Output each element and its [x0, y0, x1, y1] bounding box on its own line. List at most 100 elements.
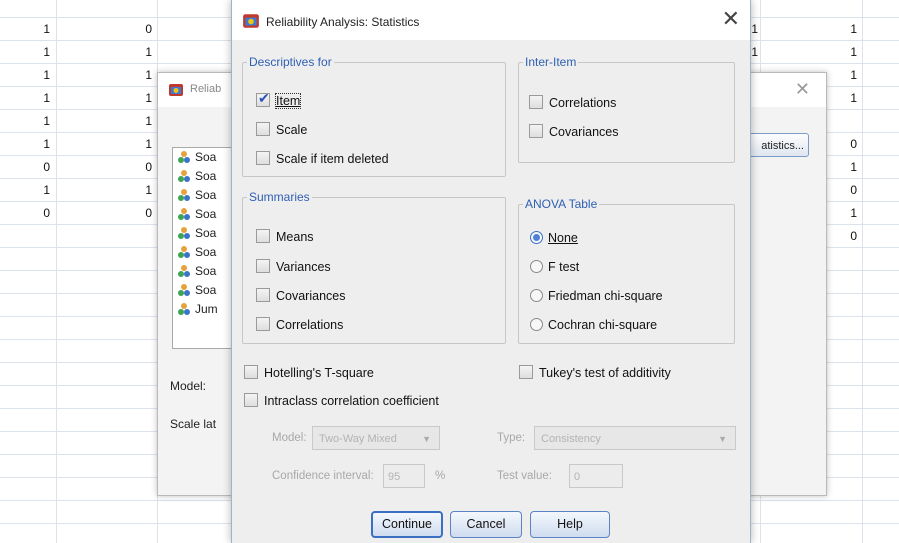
anova-friedman-radio[interactable]: Friedman chi-square: [530, 287, 663, 305]
test-value-input[interactable]: 0: [569, 464, 623, 488]
icc-type-label: Type:: [497, 432, 526, 444]
variable-name: Soa: [195, 150, 217, 164]
means-checkbox[interactable]: Means: [256, 228, 314, 246]
inter-item-correlations-label: Correlations: [549, 96, 617, 110]
grid-cell[interactable]: 1: [112, 91, 152, 105]
grid-cell[interactable]: 1: [10, 183, 50, 197]
grid-cell[interactable]: 1: [112, 114, 152, 128]
item-label: Item: [274, 93, 302, 109]
scale-variable-icon: [178, 208, 190, 220]
list-item[interactable]: Soa: [173, 281, 235, 300]
grid-cell[interactable]: 1: [112, 137, 152, 151]
summary-covariances-checkbox[interactable]: Covariances: [256, 287, 345, 305]
summary-correlations-checkbox[interactable]: Correlations: [256, 316, 343, 334]
list-item[interactable]: Soa: [173, 205, 235, 224]
variable-name: Soa: [195, 188, 217, 202]
grid-cell[interactable]: 0: [10, 160, 50, 174]
grid-cell[interactable]: 1: [10, 68, 50, 82]
chevron-down-icon: ▼: [422, 434, 431, 444]
checkbox-icon: [256, 122, 270, 136]
grid-cell[interactable]: 1: [10, 91, 50, 105]
variances-label: Variances: [276, 260, 331, 274]
anova-none-label: None: [548, 231, 578, 245]
list-item[interactable]: Soa: [173, 167, 235, 186]
confidence-interval-input[interactable]: 95: [383, 464, 425, 488]
grid-cell[interactable]: 0: [112, 206, 152, 220]
grid-line: [56, 0, 57, 543]
anova-cochran-label: Cochran chi-square: [548, 318, 658, 332]
scale-variable-icon: [178, 227, 190, 239]
variable-name: Soa: [195, 245, 217, 259]
scale-variable-icon: [178, 246, 190, 258]
back-dialog-close-icon[interactable]: ✕: [795, 79, 810, 100]
checkbox-icon: [244, 393, 258, 407]
icc-type-select[interactable]: Consistency ▼: [534, 426, 736, 450]
inter-item-correlations-checkbox[interactable]: Correlations: [529, 94, 616, 112]
checkbox-icon: [519, 365, 533, 379]
descriptives-legend: Descriptives for: [249, 55, 332, 69]
checkbox-icon: [244, 365, 258, 379]
list-item[interactable]: Soa: [173, 186, 235, 205]
summary-correlations-label: Correlations: [276, 318, 344, 332]
scale-if-item-deleted-checkbox[interactable]: Scale if item deleted: [256, 150, 389, 168]
anova-none-radio[interactable]: None: [530, 229, 578, 247]
grid-cell[interactable]: 1: [10, 22, 50, 36]
list-item[interactable]: Soa: [173, 262, 235, 281]
grid-cell[interactable]: 1: [817, 45, 857, 59]
statistics-dialog: Reliability Analysis: Statistics ✕ Descr…: [231, 0, 751, 543]
scale-variable-icon: [178, 265, 190, 277]
tukeys-test-checkbox[interactable]: Tukey's test of additivity: [519, 364, 671, 382]
variable-name: Soa: [195, 283, 217, 297]
spss-app-icon: [243, 14, 259, 28]
summary-covariances-label: Covariances: [276, 289, 346, 303]
statistics-button[interactable]: atistics...: [743, 133, 809, 157]
grid-cell[interactable]: 0: [112, 160, 152, 174]
grid-cell[interactable]: 1: [817, 22, 857, 36]
list-item[interactable]: Soa: [173, 148, 235, 167]
close-icon[interactable]: ✕: [722, 8, 740, 30]
help-button[interactable]: Help: [530, 511, 610, 538]
anova-f-test-label: F test: [548, 260, 580, 274]
icc-model-value: Two-Way Mixed: [319, 433, 397, 445]
hotellings-t-square-checkbox[interactable]: Hotelling's T-square: [244, 364, 374, 382]
list-item[interactable]: Soa: [173, 243, 235, 262]
anova-cochran-radio[interactable]: Cochran chi-square: [530, 316, 657, 334]
scale-checkbox[interactable]: Scale: [256, 121, 307, 139]
grid-cell[interactable]: 1: [112, 68, 152, 82]
variable-list[interactable]: Soa Soa Soa Soa Soa Soa Soa Soa Jum: [172, 147, 236, 349]
intraclass-correlation-checkbox[interactable]: Intraclass correlation coefficient: [244, 392, 439, 410]
checkbox-checked-icon: [256, 89, 270, 107]
grid-cell[interactable]: 0: [10, 206, 50, 220]
list-item[interactable]: Soa: [173, 224, 235, 243]
variances-checkbox[interactable]: Variances: [256, 258, 331, 276]
cancel-button[interactable]: Cancel: [450, 511, 522, 538]
grid-cell[interactable]: 0: [112, 22, 152, 36]
variable-name: Soa: [195, 264, 217, 278]
intraclass-label: Intraclass correlation coefficient: [264, 394, 439, 408]
chevron-down-icon: ▼: [718, 434, 727, 444]
inter-item-covariances-checkbox[interactable]: Covariances: [529, 123, 618, 141]
variable-name: Jum: [195, 302, 218, 316]
item-checkbox[interactable]: Item: [256, 89, 302, 110]
variable-name: Soa: [195, 169, 217, 183]
confidence-interval-label: Confidence interval:: [272, 470, 374, 482]
continue-button[interactable]: Continue: [371, 511, 443, 538]
summaries-legend: Summaries: [249, 190, 310, 204]
grid-cell[interactable]: 1: [112, 45, 152, 59]
grid-cell[interactable]: 1: [10, 45, 50, 59]
percent-unit-label: %: [435, 470, 446, 482]
checkbox-icon: [256, 288, 270, 302]
inter-item-legend: Inter-Item: [525, 55, 577, 69]
anova-f-test-radio[interactable]: F test: [530, 258, 579, 276]
icc-model-select[interactable]: Two-Way Mixed ▼: [312, 426, 440, 450]
icc-model-label: Model:: [272, 432, 307, 444]
checkbox-icon: [256, 229, 270, 243]
means-label: Means: [276, 230, 314, 244]
grid-cell[interactable]: 1: [10, 114, 50, 128]
variable-name: Soa: [195, 226, 217, 240]
grid-line: [862, 0, 863, 543]
grid-cell[interactable]: 1: [112, 183, 152, 197]
dialog-title: Reliability Analysis: Statistics: [266, 15, 420, 29]
grid-cell[interactable]: 1: [10, 137, 50, 151]
list-item[interactable]: Jum: [173, 300, 235, 319]
